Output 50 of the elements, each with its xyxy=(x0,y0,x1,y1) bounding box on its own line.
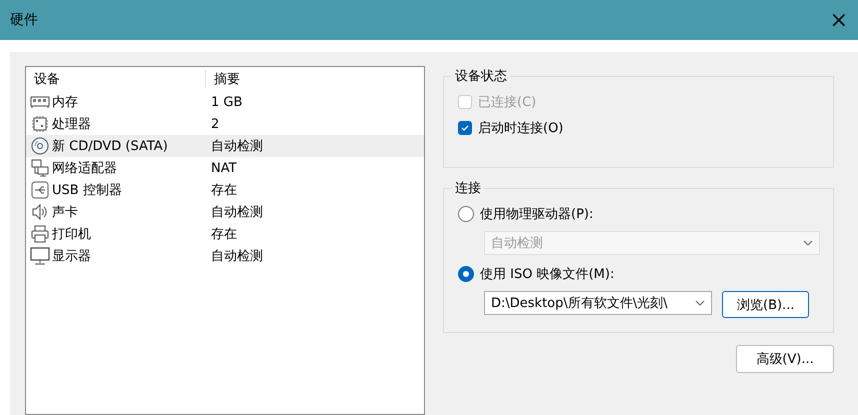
column-header[interactable]: 设备 xyxy=(26,70,206,88)
speaker-icon xyxy=(31,203,49,221)
device-summary: 自动检测 xyxy=(210,204,263,221)
checkbox-label: 已连接(C) xyxy=(478,94,536,111)
device-summary: 存在 xyxy=(210,226,237,243)
chevron-down-icon xyxy=(803,240,813,246)
device-name: USB 控制器 xyxy=(52,182,122,199)
device-summary: 1 GB xyxy=(210,94,242,110)
device-name: 内存 xyxy=(52,94,78,111)
device-row[interactable]: 打印机 存在 xyxy=(26,223,424,245)
disc-icon xyxy=(31,137,49,155)
device-row[interactable]: 声卡 自动检测 xyxy=(26,201,424,223)
advanced-button[interactable]: 高级(V)... xyxy=(736,345,834,373)
device-name: 打印机 xyxy=(52,226,91,243)
checkbox[interactable] xyxy=(458,121,472,135)
usb-icon xyxy=(31,181,49,199)
device-row[interactable]: USB 控制器 存在 xyxy=(26,179,424,201)
device-name: 网络适配器 xyxy=(52,160,117,177)
memory-icon xyxy=(30,95,50,109)
device-name: 新 CD/DVD (SATA) xyxy=(52,138,168,155)
browse-button[interactable]: 浏览(B)... xyxy=(722,291,810,318)
network-icon xyxy=(31,159,49,177)
group-title: 设备状态 xyxy=(452,67,510,85)
checkbox-label: 启动时连接(O) xyxy=(478,120,564,137)
device-row[interactable]: 显示器 自动检测 xyxy=(26,245,424,267)
close-button[interactable]: × xyxy=(830,8,848,32)
group-title: 连接 xyxy=(452,179,484,197)
radio-label: 使用 ISO 映像文件(M): xyxy=(480,266,614,283)
monitor-icon xyxy=(30,247,50,265)
iso-path-dropdown[interactable]: D:\Desktop\所有软文件\光刻\ xyxy=(484,291,712,315)
chevron-down-icon xyxy=(695,300,705,306)
chip-icon xyxy=(31,115,49,133)
device-name: 显示器 xyxy=(52,248,91,265)
printer-icon xyxy=(31,225,49,243)
radio-button[interactable] xyxy=(458,266,474,282)
column-header[interactable]: 摘要 xyxy=(206,70,240,88)
device-summary: 2 xyxy=(210,116,220,132)
window-title: 硬件 xyxy=(10,11,38,29)
device-summary: 存在 xyxy=(210,182,237,199)
device-row[interactable]: 处理器 2 xyxy=(26,113,424,135)
device-summary: NAT xyxy=(210,160,237,176)
radio-label: 使用物理驱动器(P): xyxy=(480,206,594,223)
device-row[interactable]: 新 CD/DVD (SATA) 自动检测 xyxy=(26,135,424,157)
device-summary: 自动检测 xyxy=(210,248,263,265)
device-name: 处理器 xyxy=(52,116,91,133)
device-name: 声卡 xyxy=(52,204,78,221)
device-row[interactable]: 内存 1 GB xyxy=(26,91,424,113)
check-icon xyxy=(460,123,470,133)
device-summary: 自动检测 xyxy=(210,138,263,155)
device-row[interactable]: 网络适配器 NAT xyxy=(26,157,424,179)
